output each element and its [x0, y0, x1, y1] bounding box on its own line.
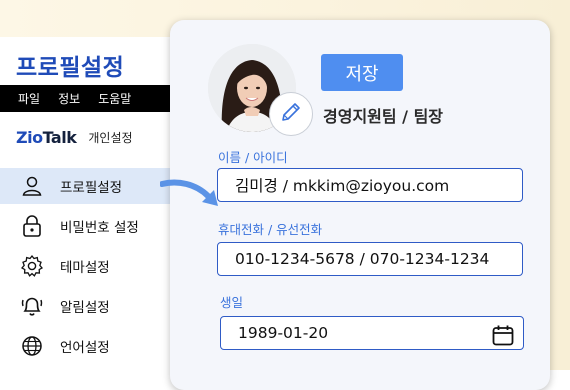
sidebar-item-label: 언어설정 — [60, 340, 110, 356]
menu-info[interactable]: 정보 — [58, 90, 80, 107]
save-button[interactable]: 저장 — [321, 54, 403, 91]
sidebar-item-notification[interactable]: 알림설정 — [0, 288, 170, 324]
sidebar-item-profile[interactable]: 프로필설정 — [0, 168, 170, 204]
bell-icon — [20, 294, 44, 318]
name-id-field[interactable]: 김미경 / mkkim@zioyou.com — [217, 168, 523, 202]
sidebar-item-label: 알림설정 — [60, 300, 110, 316]
sidebar-item-label: 테마설정 — [60, 260, 110, 276]
edit-avatar-button[interactable] — [269, 92, 313, 136]
name-label: 이름 / 아이디 — [218, 150, 288, 165]
globe-icon — [20, 334, 44, 358]
birthday-label: 생일 — [220, 295, 244, 310]
brand: ZioTalk 개인설정 — [16, 128, 133, 147]
menu-file[interactable]: 파일 — [18, 90, 40, 107]
pencil-icon — [279, 100, 303, 128]
team-position: 경영지원팀 / 팀장 — [323, 107, 444, 126]
sidebar-item-language[interactable]: 언어설정 — [0, 328, 170, 364]
menu-help[interactable]: 도움말 — [98, 90, 131, 107]
brand-logo: ZioTalk — [16, 128, 77, 147]
phone-label: 휴대전화 / 유선전화 — [218, 222, 323, 237]
calendar-icon[interactable] — [491, 323, 514, 346]
lock-icon — [20, 214, 44, 238]
birthday-field[interactable]: 1989-01-20 — [220, 316, 524, 350]
phone-field[interactable]: 010-1234-5678 / 070-1234-1234 — [217, 242, 523, 276]
menu-bar: 파일 정보 도움말 — [0, 85, 170, 112]
sidebar-item-label: 프로필설정 — [60, 180, 123, 196]
sidebar-item-password[interactable]: 비밀번호 설정 — [0, 208, 170, 244]
brand-subtitle: 개인설정 — [88, 131, 133, 145]
gear-icon — [20, 254, 44, 278]
sidebar-item-label: 비밀번호 설정 — [60, 220, 139, 236]
app-title: 프로필설정 — [16, 55, 125, 81]
sidebar-item-theme[interactable]: 테마설정 — [0, 248, 170, 284]
birthday-value: 1989-01-20 — [238, 324, 329, 342]
user-icon — [20, 174, 44, 198]
pointer-arrow-icon — [160, 179, 218, 206]
